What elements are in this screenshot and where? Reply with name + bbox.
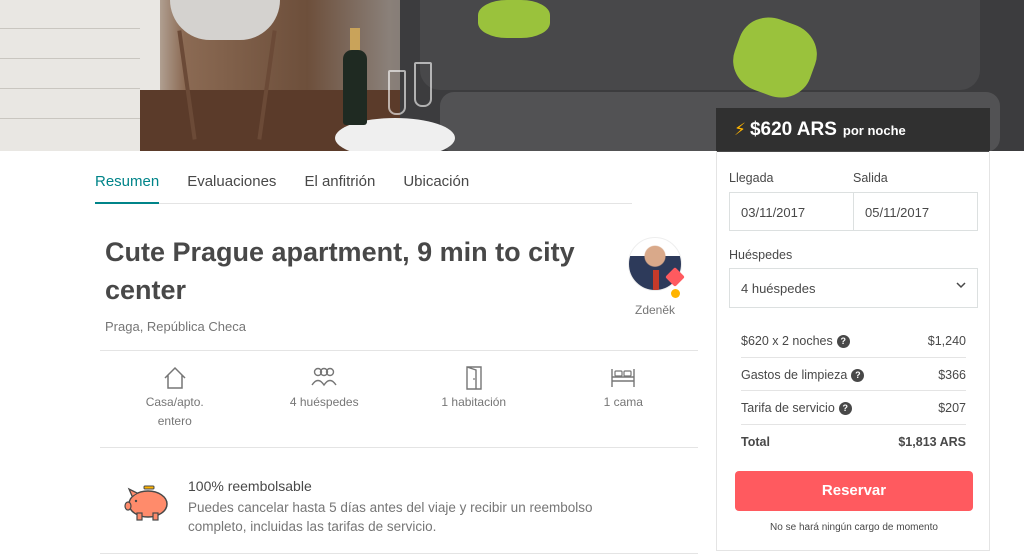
guests-value: 4 huéspedes: [741, 281, 816, 296]
tab-anfitrion[interactable]: El anfitrión: [304, 150, 375, 203]
piggy-bank-icon: [124, 485, 168, 521]
checkout-date-input[interactable]: 05/11/2017: [854, 193, 977, 230]
guests-icon: [311, 367, 337, 387]
checkin-date-input[interactable]: 03/11/2017: [730, 193, 854, 230]
total-label: Total: [741, 434, 770, 449]
feature-label: 4 huéspedes: [289, 395, 359, 409]
photo-glass: [414, 62, 432, 107]
tab-resumen[interactable]: Resumen: [95, 150, 160, 204]
price-row-value: $366: [938, 367, 966, 382]
feature-guests: 4 huéspedes: [250, 365, 400, 431]
divider: [100, 350, 698, 351]
tab-ubicacion[interactable]: Ubicación: [403, 150, 469, 203]
chevron-down-icon: [955, 279, 967, 294]
help-icon[interactable]: ?: [851, 368, 865, 382]
nightly-price: $620 ARS: [749, 119, 837, 140]
price-row-label: Tarifa de servicio: [741, 401, 835, 415]
price-row-value: $1,240: [927, 334, 966, 348]
listing-title: Cute Prague apartment, 9 min to city cen…: [105, 237, 575, 305]
price-row-total: Total $1,813 ARS: [741, 425, 966, 459]
guests-label: Huéspedes: [729, 248, 793, 262]
photo-pillow: [478, 0, 550, 38]
refund-policy: 100% reembolsable Puedes cancelar hasta …: [122, 478, 648, 536]
house-icon: [164, 366, 186, 389]
checkout-label: Salida: [853, 171, 888, 185]
price-per-night-label: por noche: [842, 122, 906, 138]
reserve-button[interactable]: Reservar: [735, 471, 973, 511]
price-row-cleaning: Gastos de limpieza? $366: [741, 358, 966, 391]
listing-location[interactable]: Praga, República Checa: [105, 319, 246, 334]
feature-label: Casa/apto. entero: [145, 395, 204, 428]
host-card[interactable]: Zdeněk: [628, 237, 685, 317]
date-range-picker[interactable]: 03/11/2017 05/11/2017: [729, 192, 978, 231]
price-summary: $620 x 2 noches? $1,240 Gastos de limpie…: [741, 324, 966, 458]
door-icon: [466, 366, 482, 390]
booking-panel: Llegada Salida 03/11/2017 05/11/2017 Hué…: [716, 151, 990, 551]
divider: [100, 553, 698, 554]
guests-select[interactable]: 4 huéspedes: [729, 268, 978, 308]
divider: [100, 447, 698, 448]
feature-bedrooms: 1 habitación: [399, 365, 549, 431]
refund-text: Puedes cancelar hasta 5 días antes del v…: [188, 500, 593, 534]
photo-wall: [0, 0, 160, 151]
total-value: $1,813 ARS: [898, 434, 966, 449]
no-charge-note: No se hará ningún cargo de momento: [770, 522, 938, 533]
lightning-icon: ⚡: [734, 120, 746, 139]
help-icon[interactable]: ?: [838, 402, 852, 416]
feature-label: 1 cama: [603, 395, 643, 409]
checkin-label: Llegada: [729, 171, 774, 185]
photo-chair: [170, 0, 280, 40]
feature-home-type: Casa/apto. entero: [100, 365, 250, 431]
superhost-dot-icon: [671, 289, 680, 298]
price-row-service: Tarifa de servicio? $207: [741, 391, 966, 425]
photo-bottle: [343, 50, 367, 125]
bed-icon: [611, 369, 635, 387]
host-name[interactable]: Zdeněk: [628, 303, 682, 317]
photo-glass: [388, 70, 406, 115]
price-row-label: $620 x 2 noches: [741, 334, 833, 348]
feature-beds: 1 cama: [549, 365, 699, 431]
price-row-nights: $620 x 2 noches? $1,240: [741, 324, 966, 358]
price-banner: ⚡ $620 ARS por noche: [716, 108, 990, 152]
price-row-label: Gastos de limpieza: [741, 367, 848, 382]
refund-title: 100% reembolsable: [188, 478, 312, 494]
feature-label: 1 habitación: [441, 395, 507, 409]
tab-evaluaciones[interactable]: Evaluaciones: [187, 150, 276, 203]
help-icon[interactable]: ?: [836, 335, 850, 349]
listing-features: Casa/apto. entero 4 huéspedes 1 habitaci…: [100, 365, 698, 431]
price-row-value: $207: [938, 401, 966, 415]
section-tabs: Resumen Evaluaciones El anfitrión Ubicac…: [95, 150, 632, 204]
